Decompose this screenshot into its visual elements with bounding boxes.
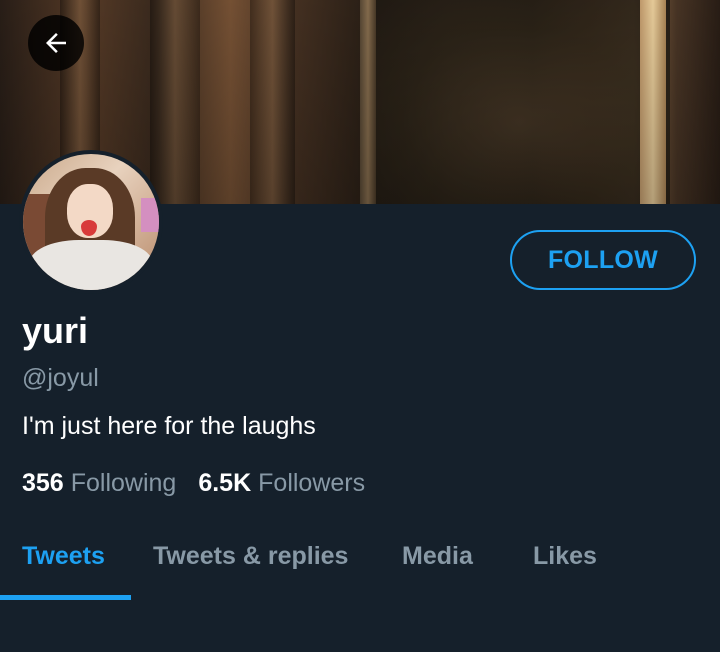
following-label: Following (70, 469, 177, 497)
profile-avatar[interactable] (19, 150, 163, 294)
profile-bio: I'm just here for the laughs (22, 412, 316, 440)
profile-handle: @joyul (22, 364, 99, 392)
tab-likes[interactable]: Likes (533, 542, 597, 571)
profile-screen: FOLLOW yuri @joyul I'm just here for the… (0, 0, 720, 652)
following-count: 356 (22, 469, 64, 497)
arrow-left-icon (46, 33, 66, 53)
tab-media[interactable]: Media (402, 542, 473, 571)
profile-stats: 356 Following 6.5K Followers (22, 469, 365, 498)
follow-button[interactable]: FOLLOW (510, 230, 696, 290)
active-tab-indicator (0, 595, 131, 600)
followers-label: Followers (258, 469, 366, 497)
following-link[interactable]: 356 Following (22, 469, 176, 498)
followers-count: 6.5K (198, 469, 252, 497)
back-button[interactable] (28, 15, 84, 71)
profile-tabs: Tweets Tweets & replies Media Likes (0, 520, 720, 600)
avatar-background-detail (141, 198, 159, 232)
followers-link[interactable]: 6.5K Followers (198, 469, 365, 498)
avatar-image (23, 154, 159, 290)
tab-tweets-replies[interactable]: Tweets & replies (153, 542, 348, 571)
profile-name: yuri (22, 310, 89, 351)
tab-tweets[interactable]: Tweets (22, 542, 105, 571)
avatar-hoodie (29, 240, 153, 290)
